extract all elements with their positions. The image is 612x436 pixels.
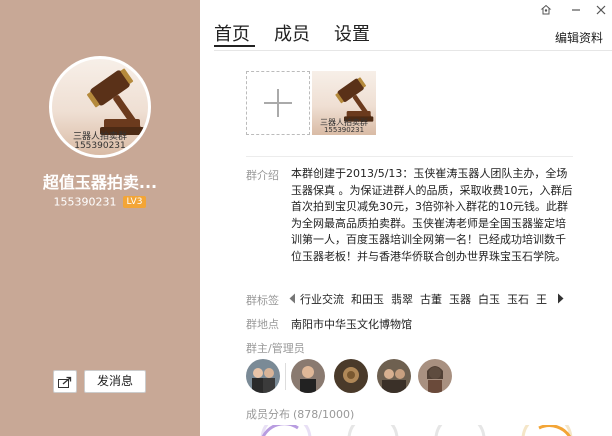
tags-label: 群标签 [246,294,279,307]
admin-avatar-image [377,359,411,393]
section-divider [246,156,573,157]
tag-item[interactable]: 翡翠 [391,291,413,307]
location-text: 南阳市中华玉文化博物馆 [291,318,412,331]
group-detail-panel: 首页 成员 设置 编辑资料 三器人拍卖群 155390231 群介绍 本群创建于… [200,0,612,436]
send-message-button[interactable]: 发消息 [84,370,146,393]
member-distribution-label: 成员分布 (878/1000) [246,406,354,422]
distribution-chart-arc [521,425,573,436]
header-divider [214,50,612,51]
group-avatar-image: 三器人拍卖群 155390231 [52,59,148,155]
admin-avatar-image [334,359,368,393]
admin-avatar[interactable] [334,359,368,393]
skin-icon[interactable] [540,4,552,16]
admin-avatar[interactable] [418,359,452,393]
tags-prev-arrow-icon[interactable] [289,293,296,304]
tag-item[interactable]: 王 [536,291,547,307]
group-id: 155390231 [53,195,117,209]
plus-icon [264,89,292,117]
group-summary-panel: 三器人拍卖群 155390231 超值玉器拍卖... 155390231 LV3 … [0,0,200,436]
member-count: (878/1000) [293,408,355,421]
group-photo-thumbnail[interactable]: 三器人拍卖群 155390231 [312,71,376,135]
tags-list: 行业交流 和田玉 翡翠 古董 玉器 白玉 玉石王 [300,291,555,307]
tab-home[interactable]: 首页 [214,20,250,46]
tag-item[interactable]: 玉器 [449,291,471,307]
tags-next-arrow-icon[interactable] [557,293,564,304]
tag-item[interactable]: 和田玉 [351,291,384,307]
active-tab-indicator [214,45,255,47]
admins-label: 群主/管理员 [246,342,305,355]
intro-label: 群介绍 [246,169,279,182]
intro-text: 本群创建于2013/5/13：玉侠崔涛玉器人团队主办，全场玉器保真 。为保证进群… [291,167,573,263]
group-profile-window: 三器人拍卖群 155390231 超值玉器拍卖... 155390231 LV3 … [0,0,612,436]
group-name: 超值玉器拍卖... [42,173,158,192]
admin-divider [285,363,286,390]
level-badge: LV3 [122,196,147,208]
close-icon[interactable] [595,4,607,16]
share-button[interactable] [53,370,77,393]
avatar-caption-line2: 155390231 [74,141,126,151]
admin-avatar-image [418,359,452,393]
admin-avatar-image [291,359,325,393]
admin-avatar[interactable] [377,359,411,393]
minimize-icon[interactable] [570,4,582,16]
distribution-chart-arc [347,425,399,436]
group-avatar[interactable]: 三器人拍卖群 155390231 [49,56,151,158]
photo-caption-line2: 155390231 [323,126,365,134]
tag-item[interactable]: 玉石 [507,291,529,307]
group-id-row: 155390231 LV3 [0,195,200,209]
distribution-chart-arc [434,425,486,436]
edit-profile-button[interactable]: 编辑资料 [555,29,603,46]
tag-item[interactable]: 白玉 [478,291,500,307]
admin-avatar-image [246,359,280,393]
tab-settings[interactable]: 设置 [334,20,370,46]
distribution-chart-arc [260,425,312,436]
member-distribution-title: 成员分布 [246,408,290,421]
add-photo-button[interactable] [246,71,310,135]
location-label: 群地点 [246,318,279,331]
admin-avatar[interactable] [246,359,280,393]
admin-avatar[interactable] [291,359,325,393]
share-icon [58,376,72,388]
tag-item[interactable]: 古董 [420,291,442,307]
tag-item[interactable]: 行业交流 [300,291,344,307]
tab-members[interactable]: 成员 [274,20,310,46]
